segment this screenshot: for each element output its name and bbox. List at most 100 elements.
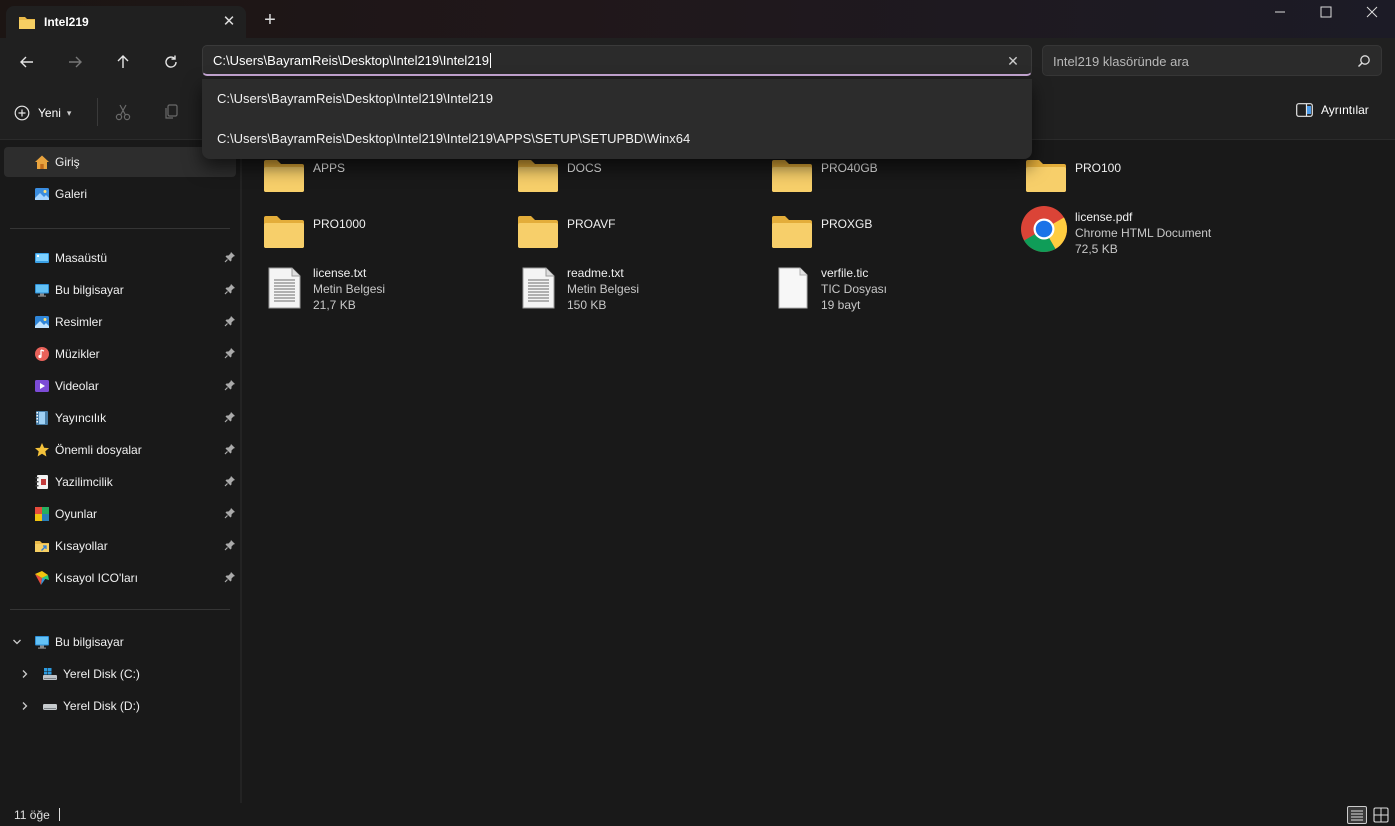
suggestion-text: C:\Users\BayramReis\Desktop\Intel219\Int… [217,91,494,106]
refresh-button[interactable] [155,46,187,78]
folder-icon [262,212,306,256]
sidebar-item-m-zikler[interactable]: Müzikler [4,339,236,369]
pin-icon [224,571,236,586]
sidebar-item-drive-d[interactable]: Yerel Disk (D:) [4,691,236,721]
sidebar-item-gallery[interactable]: Galeri [4,179,236,209]
sidebar-item-drive-c[interactable]: Yerel Disk (C:) [4,659,236,689]
sidebar-item-videolar[interactable]: Videolar [4,371,236,401]
pin-icon [224,411,236,426]
search-input[interactable]: Intel219 klasöründe ara [1053,54,1189,69]
suggestion-item[interactable]: C:\Users\BayramReis\Desktop\Intel219\Int… [202,119,1032,159]
sidebar-item-label: Yerel Disk (D:) [63,699,140,713]
sidebar-item-label: Oyunlar [55,507,98,521]
sidebar-item-bu-bilgisayar[interactable]: Bu bilgisayar [4,275,236,305]
sidebar-item-label: Videolar [55,379,99,393]
sidebar-item-yazilimcilik[interactable]: Yazilimcilik [4,467,236,497]
sidebar-item-k-sayollar[interactable]: Kısayollar [4,531,236,561]
maximize-button[interactable] [1303,0,1349,30]
sidebar-item-yay-nc-l-k[interactable]: Yayıncılık [4,403,236,433]
status-bar: 11 öğe [0,803,1395,826]
chrome-icon [1020,205,1068,252]
search-box[interactable]: Intel219 klasöründe ara [1042,45,1382,76]
sidebar-item-k-sayol-ico-lar-[interactable]: Kısayol ICO'ları [4,563,236,593]
shortcuts-folder-icon [34,538,50,554]
close-window-button[interactable] [1349,0,1395,30]
file-name: verfile.tic [821,266,869,280]
file-item[interactable]: readme.txt Metin Belgesi 150 KB [496,258,746,312]
sidebar-item-label: Yerel Disk (C:) [63,667,140,681]
pin-icon [224,539,236,554]
folder-item[interactable]: PROXGB [750,202,1000,254]
new-button[interactable]: Yeni ▾ [14,100,71,126]
file-name: license.pdf [1075,210,1133,224]
file-name: PRO1000 [313,217,366,231]
details-pane-button[interactable]: Ayrıntılar [1296,103,1369,117]
folder-icon [262,156,306,200]
folder-icon [516,156,560,200]
star-icon [34,442,50,458]
sidebar-item-label: Yayıncılık [55,411,107,425]
address-input[interactable]: C:\Users\BayramReis\Desktop\Intel219\Int… [213,53,492,68]
file-name: license.txt [313,266,367,280]
file-name: readme.txt [567,266,624,280]
pin-icon [224,507,236,522]
plus-circle-icon [14,105,30,121]
file-name: PROAVF [567,217,616,231]
folder-item[interactable]: PRO1000 [242,202,492,254]
file-type: Chrome HTML Document [1075,226,1212,240]
folder-item[interactable]: PRO100 [1004,146,1254,198]
search-icon[interactable] [1357,54,1371,71]
folder-item[interactable]: PROAVF [496,202,746,254]
file-item[interactable]: license.txt Metin Belgesi 21,7 KB [242,258,492,312]
sidebar-item-masa-st-[interactable]: Masaüstü [4,243,236,273]
toolbar-divider [97,98,98,126]
details-view-button[interactable] [1347,806,1367,824]
chevron-right-icon[interactable] [20,668,30,682]
item-count: 11 öğe [14,808,50,822]
new-tab-button[interactable]: + [258,9,282,33]
text-document-icon [516,266,560,310]
file-name: PRO100 [1075,161,1122,175]
chevron-down-icon[interactable] [12,636,22,650]
sidebar-item-label: Kısayollar [55,539,108,553]
arrow-right-icon [69,56,82,68]
large-icons-view-button[interactable] [1372,806,1390,824]
up-button[interactable] [107,46,139,78]
minimize-button[interactable] [1257,0,1303,30]
new-label: Yeni [38,106,61,120]
file-item[interactable]: verfile.tic TIC Dosyası 19 bayt [750,258,1000,312]
arrow-left-icon [20,56,33,68]
title-bar: Intel219 ✕ + [0,0,1395,38]
address-bar[interactable]: C:\Users\BayramReis\Desktop\Intel219\Int… [202,45,1032,76]
sidebar-item-label: Galeri [55,187,88,201]
chevron-right-icon[interactable] [20,700,30,714]
file-name: APPS [313,161,346,175]
file-type: TIC Dosyası [821,282,888,296]
tab-close-button[interactable]: ✕ [218,11,240,33]
pin-icon [224,347,236,362]
details-pane-icon [1296,103,1313,117]
chevron-down-icon: ▾ [66,107,72,118]
sidebar-item-resimler[interactable]: Resimler [4,307,236,337]
sidebar-item--nemli-dosyalar[interactable]: Önemli dosyalar [4,435,236,465]
arrow-up-icon [117,55,129,68]
status-divider [59,808,60,821]
sidebar-item-oyunlar[interactable]: Oyunlar [4,499,236,529]
sidebar-item-label: Masaüstü [55,251,108,265]
pin-icon [224,475,236,490]
tab-title: Intel219 [44,15,89,29]
sidebar-item-this-pc[interactable]: Bu bilgisayar [4,627,236,657]
clear-address-button[interactable]: ✕ [1003,51,1023,71]
details-label: Ayrıntılar [1321,103,1369,117]
forward-button[interactable] [59,46,91,78]
file-name: PRO40GB [821,161,878,175]
file-item[interactable]: license.pdf Chrome HTML Document 72,5 KB [1004,202,1254,256]
cut-button[interactable] [114,103,132,124]
pin-icon [224,379,236,394]
copy-button[interactable] [162,103,180,124]
suggestion-item[interactable]: C:\Users\BayramReis\Desktop\Intel219\Int… [202,79,1032,119]
tab-intel219[interactable]: Intel219 ✕ [6,6,246,38]
text-document-icon [262,266,306,310]
back-button[interactable] [11,46,43,78]
file-type: Metin Belgesi [313,282,386,296]
